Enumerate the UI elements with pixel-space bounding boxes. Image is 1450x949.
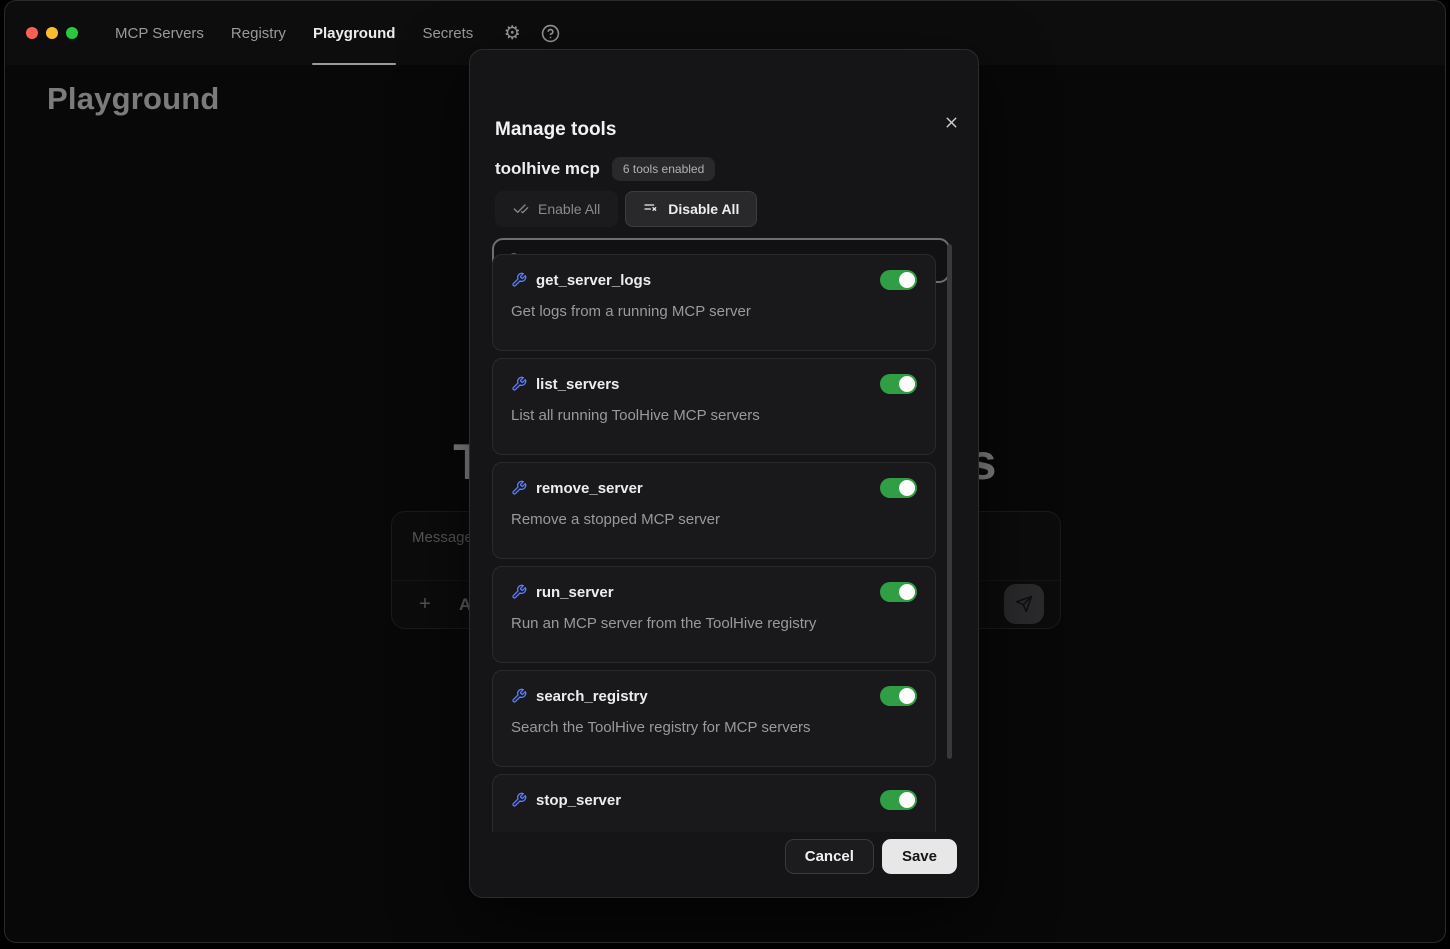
settings-gear-icon[interactable]: ⚙	[501, 22, 523, 44]
tool-enabled-toggle[interactable]	[880, 686, 917, 706]
tool-name: list_servers	[536, 376, 880, 393]
tool-card: remove_server Remove a stopped MCP serve…	[492, 462, 936, 559]
minimize-window-button[interactable]	[46, 27, 58, 39]
wrench-icon	[511, 272, 527, 288]
wrench-icon	[511, 792, 527, 808]
close-icon	[943, 114, 960, 131]
tool-list-scrollbar[interactable]	[947, 244, 952, 807]
tool-enabled-toggle[interactable]	[880, 582, 917, 602]
tool-card: stop_server	[492, 774, 936, 832]
tool-enabled-toggle[interactable]	[880, 374, 917, 394]
tool-description: Get logs from a running MCP server	[511, 303, 917, 320]
tool-enabled-toggle[interactable]	[880, 790, 917, 810]
tool-name: get_server_logs	[536, 272, 880, 289]
list-x-icon	[643, 201, 659, 217]
main-nav: MCP Servers Registry Playground Secrets	[114, 1, 474, 65]
disable-all-button[interactable]: Disable All	[625, 191, 757, 227]
manage-tools-dialog: Manage tools toolhive mcp 6 tools enable…	[469, 49, 979, 898]
tab-mcp-servers[interactable]: MCP Servers	[114, 1, 205, 65]
tab-secrets[interactable]: Secrets	[421, 1, 474, 65]
maximize-window-button[interactable]	[66, 27, 78, 39]
wrench-icon	[511, 480, 527, 496]
app-window: MCP Servers Registry Playground Secrets …	[4, 0, 1446, 943]
tool-list[interactable]: get_server_logs Get logs from a running …	[492, 244, 936, 832]
tool-name: remove_server	[536, 480, 880, 497]
enable-all-label: Enable All	[538, 201, 600, 217]
tool-description: Remove a stopped MCP server	[511, 511, 917, 528]
save-button[interactable]: Save	[882, 839, 957, 874]
scrollbar-thumb[interactable]	[947, 244, 952, 759]
cancel-button[interactable]: Cancel	[785, 839, 874, 874]
help-icon[interactable]	[539, 22, 561, 44]
wrench-icon	[511, 688, 527, 704]
tool-description: Run an MCP server from the ToolHive regi…	[511, 615, 917, 632]
tool-enabled-toggle[interactable]	[880, 270, 917, 290]
wrench-icon	[511, 584, 527, 600]
tab-registry[interactable]: Registry	[230, 1, 287, 65]
wrench-icon	[511, 376, 527, 392]
dialog-close-button[interactable]	[937, 108, 965, 136]
tool-enabled-toggle[interactable]	[880, 478, 917, 498]
server-name: toolhive mcp	[495, 159, 600, 179]
close-window-button[interactable]	[26, 27, 38, 39]
dialog-title: Manage tools	[495, 119, 616, 141]
tool-description: Search the ToolHive registry for MCP ser…	[511, 719, 917, 736]
enable-all-button[interactable]: Enable All	[495, 191, 618, 227]
tool-card: get_server_logs Get logs from a running …	[492, 254, 936, 351]
tool-name: search_registry	[536, 688, 880, 705]
tools-enabled-badge: 6 tools enabled	[612, 157, 715, 181]
tool-name: stop_server	[536, 792, 880, 809]
check-check-icon	[513, 201, 529, 217]
tool-card: run_server Run an MCP server from the To…	[492, 566, 936, 663]
tool-card: list_servers List all running ToolHive M…	[492, 358, 936, 455]
disable-all-label: Disable All	[668, 201, 739, 217]
tool-description: List all running ToolHive MCP servers	[511, 407, 917, 424]
tool-card: search_registry Search the ToolHive regi…	[492, 670, 936, 767]
tab-playground[interactable]: Playground	[312, 1, 397, 65]
window-controls	[26, 27, 78, 39]
tool-name: run_server	[536, 584, 880, 601]
